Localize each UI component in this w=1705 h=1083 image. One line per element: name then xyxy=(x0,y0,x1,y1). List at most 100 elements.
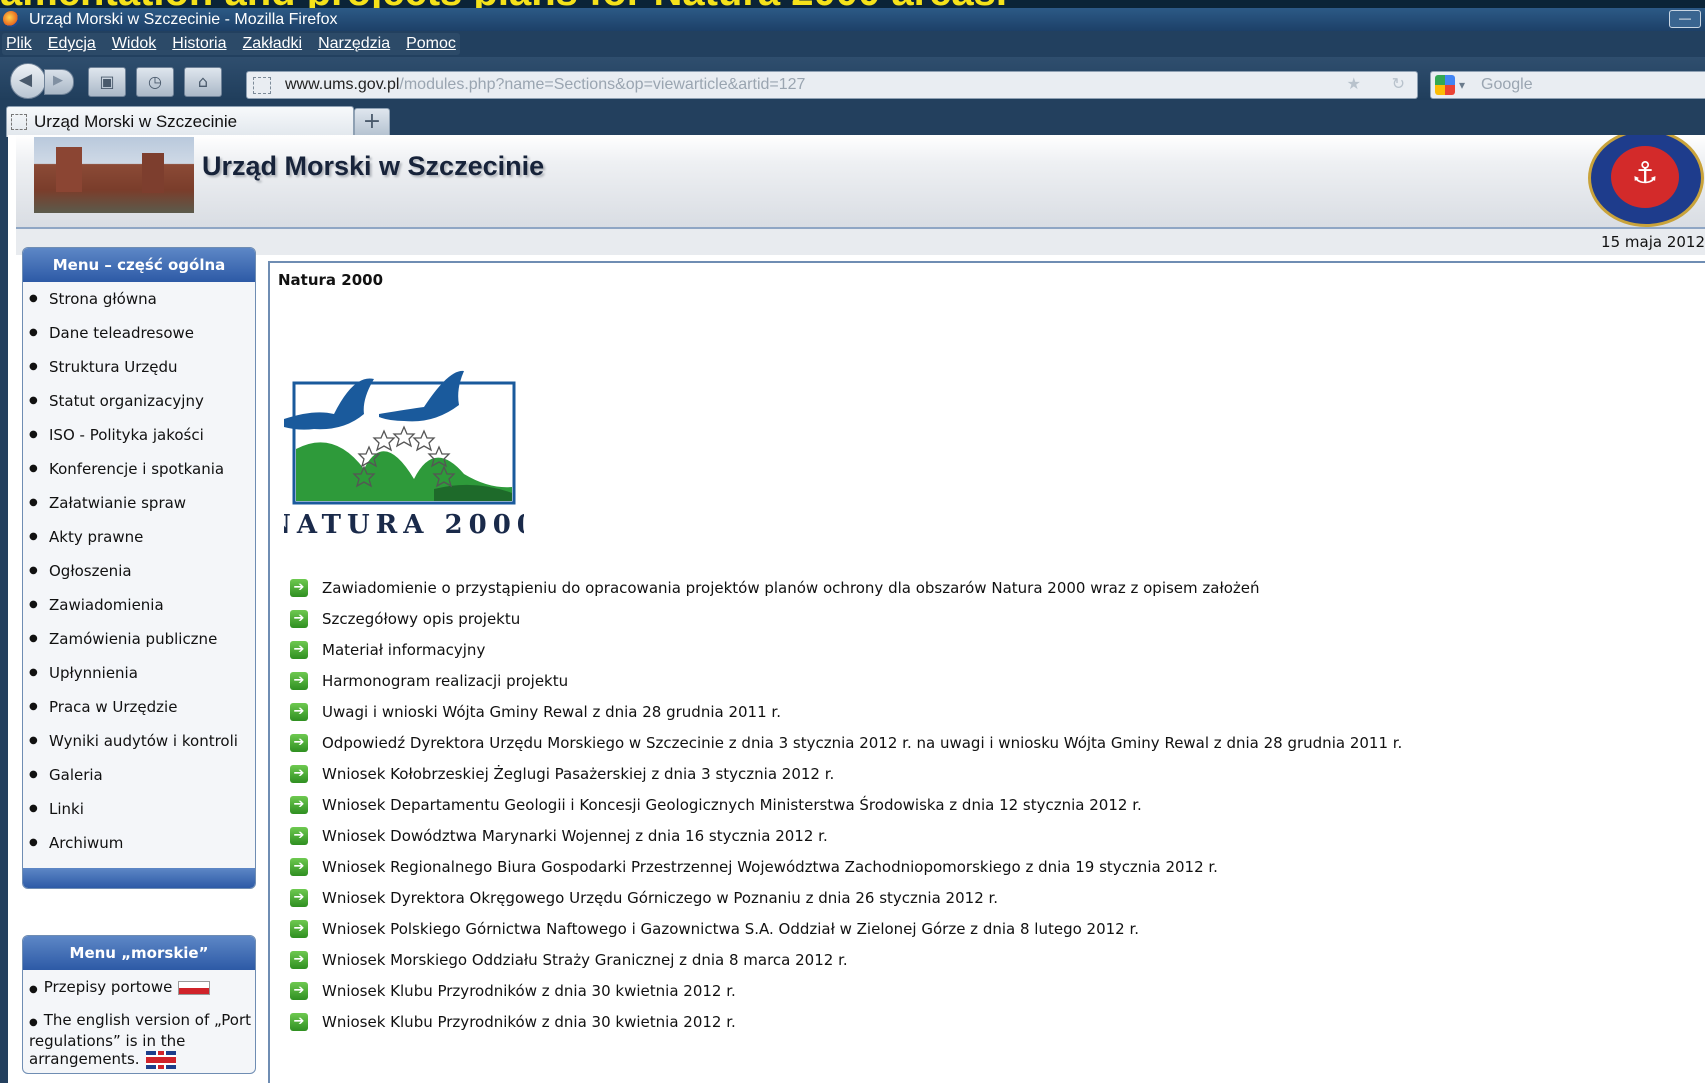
document-link[interactable]: ➔ Odpowiedź Dyrektora Urzędu Morskiego w … xyxy=(290,728,1402,759)
arrow-right-icon: ➔ xyxy=(290,579,308,597)
page-header: Urząd Morski w Szczecinie ⚓ xyxy=(16,135,1705,229)
document-link[interactable]: ➔ Wniosek Regionalnego Biura Gospodarki P… xyxy=(290,852,1402,883)
main-content: Natura 2000 NATURA 2000 ➔ Zawiadomienie o… xyxy=(268,261,1705,1083)
tab-active[interactable]: Urząd Morski w Szczecinie xyxy=(6,106,354,137)
arrow-right-icon: ➔ xyxy=(290,920,308,938)
document-link-label: Uwagi i wnioski Wójta Gminy Rewal z dnia… xyxy=(322,703,781,721)
menu-item-contact[interactable]: Dane teleadresowe xyxy=(23,316,255,350)
natura-2000-logo: NATURA 2000 xyxy=(284,370,524,539)
arrow-right-icon: ➔ xyxy=(290,982,308,1000)
menu-history[interactable]: Historia xyxy=(172,35,226,53)
document-link[interactable]: ➔ Wniosek Kołobrzeskiej Żeglugi Pasażersk… xyxy=(290,759,1402,790)
document-link[interactable]: ➔ Wniosek Klubu Przyrodników z dnia 30 kw… xyxy=(290,1007,1402,1038)
menu-item-gallery[interactable]: Galeria xyxy=(23,758,255,792)
menu-item-matters[interactable]: Załatwianie spraw xyxy=(23,486,255,520)
address-bar[interactable]: www.ums.gov.pl/modules.php?name=Sections… xyxy=(246,71,1418,99)
menu-item-audits[interactable]: Wyniki audytów i kontroli xyxy=(23,724,255,758)
menu-item-liquidation[interactable]: Upłynnienia xyxy=(23,656,255,690)
document-link-label: Wniosek Morskiego Oddziału Straży Granic… xyxy=(322,951,848,969)
menu-edit[interactable]: Edycja xyxy=(48,35,96,53)
site-title: Urząd Morski w Szczecinie xyxy=(202,151,545,181)
document-link-label: Materiał informacyjny xyxy=(322,641,486,659)
arrow-right-icon: ➔ xyxy=(290,703,308,721)
document-link[interactable]: ➔ Wniosek Polskiego Górnictwa Naftowego i… xyxy=(290,914,1402,945)
document-link[interactable]: ➔ Szczegółowy opis projektu xyxy=(290,604,1402,635)
arrow-right-icon: ➔ xyxy=(290,672,308,690)
building-tower xyxy=(56,147,82,192)
menu-general-footer xyxy=(23,868,255,888)
document-link-label: Wniosek Dowództwa Marynarki Wojennej z d… xyxy=(322,827,828,845)
menu-item-legal-acts[interactable]: Akty prawne xyxy=(23,520,255,554)
menu-item-home[interactable]: Strona główna xyxy=(23,282,255,316)
document-link[interactable]: ➔ Materiał informacyjny xyxy=(290,635,1402,666)
menu-help[interactable]: Pomoc xyxy=(406,35,456,53)
bookmark-star-icon[interactable]: ★ xyxy=(1347,72,1361,98)
menu-general-header: Menu – część ogólna xyxy=(23,248,255,282)
forward-button[interactable] xyxy=(44,69,74,95)
document-link[interactable]: ➔ Wniosek Dyrektora Okręgowego Urzędu Gór… xyxy=(290,883,1402,914)
menu-item-announcements[interactable]: Ogłoszenia xyxy=(23,554,255,588)
arrow-right-icon: ➔ xyxy=(290,734,308,752)
menu-item-port-regulations[interactable]: Przepisy portowe xyxy=(23,970,255,1003)
bookmarks-button[interactable]: ▣ xyxy=(88,67,126,97)
document-link-label: Zawiadomienie o przystąpieniu do opracow… xyxy=(322,579,1260,597)
home-button[interactable]: ⌂ xyxy=(184,67,222,97)
document-link-label: Wniosek Polskiego Górnictwa Naftowego i … xyxy=(322,920,1140,938)
menu-file[interactable]: Plik xyxy=(6,35,32,53)
menu-general-list: Strona główna Dane teleadresowe Struktur… xyxy=(23,282,255,860)
document-link-label: Wniosek Dyrektora Okręgowego Urzędu Górn… xyxy=(322,889,999,907)
document-link-label: Wniosek Klubu Przyrodników z dnia 30 kwi… xyxy=(322,1013,736,1031)
url-text: www.ums.gov.pl/modules.php?name=Sections… xyxy=(285,72,805,98)
new-tab-button[interactable]: + xyxy=(354,108,390,137)
page-viewport: Urząd Morski w Szczecinie ⚓ 15 maja 2012… xyxy=(8,135,1705,1083)
arrow-right-icon: ➔ xyxy=(290,765,308,783)
back-button[interactable] xyxy=(10,63,46,99)
search-placeholder: Google xyxy=(1481,76,1533,93)
document-link[interactable]: ➔ Harmonogram realizacji projektu xyxy=(290,666,1402,697)
document-link[interactable]: ➔ Wniosek Departamentu Geologii i Koncesj… xyxy=(290,790,1402,821)
menu-item-statute[interactable]: Statut organizacyjny xyxy=(23,384,255,418)
menu-item-conferences[interactable]: Konferencje i spotkania xyxy=(23,452,255,486)
current-date: 15 maja 2012 xyxy=(1601,233,1705,251)
site-identity-icon[interactable] xyxy=(253,77,271,94)
menu-items: Plik Edycja Widok Historia Zakładki Narz… xyxy=(2,33,460,55)
menu-item-archive[interactable]: Archiwum xyxy=(23,826,255,860)
history-clock-icon[interactable]: ◷ xyxy=(136,67,174,97)
menu-view[interactable]: Widok xyxy=(112,35,156,53)
menu-bookmarks[interactable]: Zakładki xyxy=(243,35,303,53)
port-regulations-label: Przepisy portowe xyxy=(43,978,173,996)
document-link[interactable]: ➔ Zawiadomienie o przystąpieniu do opraco… xyxy=(290,573,1402,604)
menu-item-jobs[interactable]: Praca w Urzędzie xyxy=(23,690,255,724)
url-path: /modules.php?name=Sections&op=viewarticl… xyxy=(399,76,806,93)
arrow-right-icon: ➔ xyxy=(290,796,308,814)
arrow-right-icon: ➔ xyxy=(290,641,308,659)
document-link-label: Wniosek Kołobrzeskiej Żeglugi Pasażerski… xyxy=(322,765,835,783)
chevron-down-icon[interactable]: ▾ xyxy=(1459,72,1465,98)
navigation-toolbar: ▣ ◷ ⌂ www.ums.gov.pl/modules.php?name=Se… xyxy=(0,57,1705,100)
menu-item-notices[interactable]: Zawiadomienia xyxy=(23,588,255,622)
english-version-label: The english version of „Port regulations… xyxy=(29,1011,251,1068)
menu-item-english-version[interactable]: The english version of „Port regulations… xyxy=(23,1003,255,1073)
document-link[interactable]: ➔ Wniosek Klubu Przyrodników z dnia 30 kw… xyxy=(290,976,1402,1007)
reload-icon[interactable]: ↻ xyxy=(1392,72,1405,98)
menu-item-structure[interactable]: Struktura Urzędu xyxy=(23,350,255,384)
menu-item-iso[interactable]: ISO - Polityka jakości xyxy=(23,418,255,452)
document-link[interactable]: ➔ Uwagi i wnioski Wójta Gminy Rewal z dni… xyxy=(290,697,1402,728)
page-title: Natura 2000 xyxy=(278,271,384,289)
google-search-icon[interactable] xyxy=(1435,75,1455,95)
menu-general: Menu – część ogólna Strona główna Dane t… xyxy=(22,247,256,889)
menu-tools[interactable]: Narzędzia xyxy=(318,35,390,53)
search-bar[interactable]: ▾ Google xyxy=(1430,71,1705,99)
document-link[interactable]: ➔ Wniosek Dowództwa Marynarki Wojennej z … xyxy=(290,821,1402,852)
minimize-button[interactable]: — xyxy=(1669,10,1701,28)
arrow-right-icon: ➔ xyxy=(290,951,308,969)
document-link[interactable]: ➔ Wniosek Morskiego Oddziału Straży Grani… xyxy=(290,945,1402,976)
firefox-icon xyxy=(3,11,19,27)
date-bar: 15 maja 2012 xyxy=(16,229,1705,255)
polish-flag-icon xyxy=(178,980,211,995)
menu-item-procurement[interactable]: Zamówienia publiczne xyxy=(23,622,255,656)
uk-flag-icon xyxy=(145,1050,176,1069)
arrow-right-icon: ➔ xyxy=(290,827,308,845)
menu-item-links[interactable]: Linki xyxy=(23,792,255,826)
document-link-label: Odpowiedź Dyrektora Urzędu Morskiego w S… xyxy=(322,734,1403,752)
